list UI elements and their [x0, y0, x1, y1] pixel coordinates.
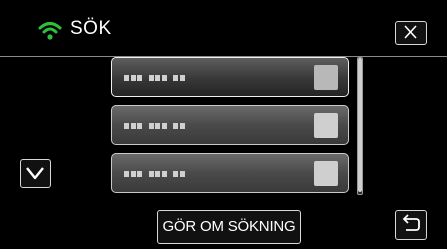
redo-search-label: GÖR OM SÖKNING	[162, 218, 296, 235]
signal-indicator-icon	[314, 65, 338, 90]
scrollbar-thumb[interactable]	[358, 58, 362, 192]
network-list-item[interactable]	[111, 153, 349, 193]
obscured-network-name	[124, 122, 186, 130]
network-list-item[interactable]	[111, 57, 349, 97]
signal-indicator-icon	[314, 113, 338, 138]
close-button[interactable]	[395, 21, 427, 45]
chevron-down-icon	[21, 160, 50, 186]
scroll-down-button[interactable]	[20, 159, 51, 188]
network-list-item[interactable]	[111, 105, 349, 145]
page-title: SÖK	[70, 18, 112, 39]
obscured-network-name	[124, 74, 186, 82]
close-icon	[396, 22, 426, 43]
redo-search-button[interactable]: GÖR OM SÖKNING	[157, 210, 301, 244]
signal-indicator-icon	[314, 161, 338, 186]
obscured-network-name	[124, 170, 186, 178]
back-button[interactable]	[395, 210, 427, 240]
header-bar: SÖK	[0, 0, 447, 55]
wifi-icon	[38, 21, 62, 41]
return-arrow-icon	[396, 211, 426, 238]
